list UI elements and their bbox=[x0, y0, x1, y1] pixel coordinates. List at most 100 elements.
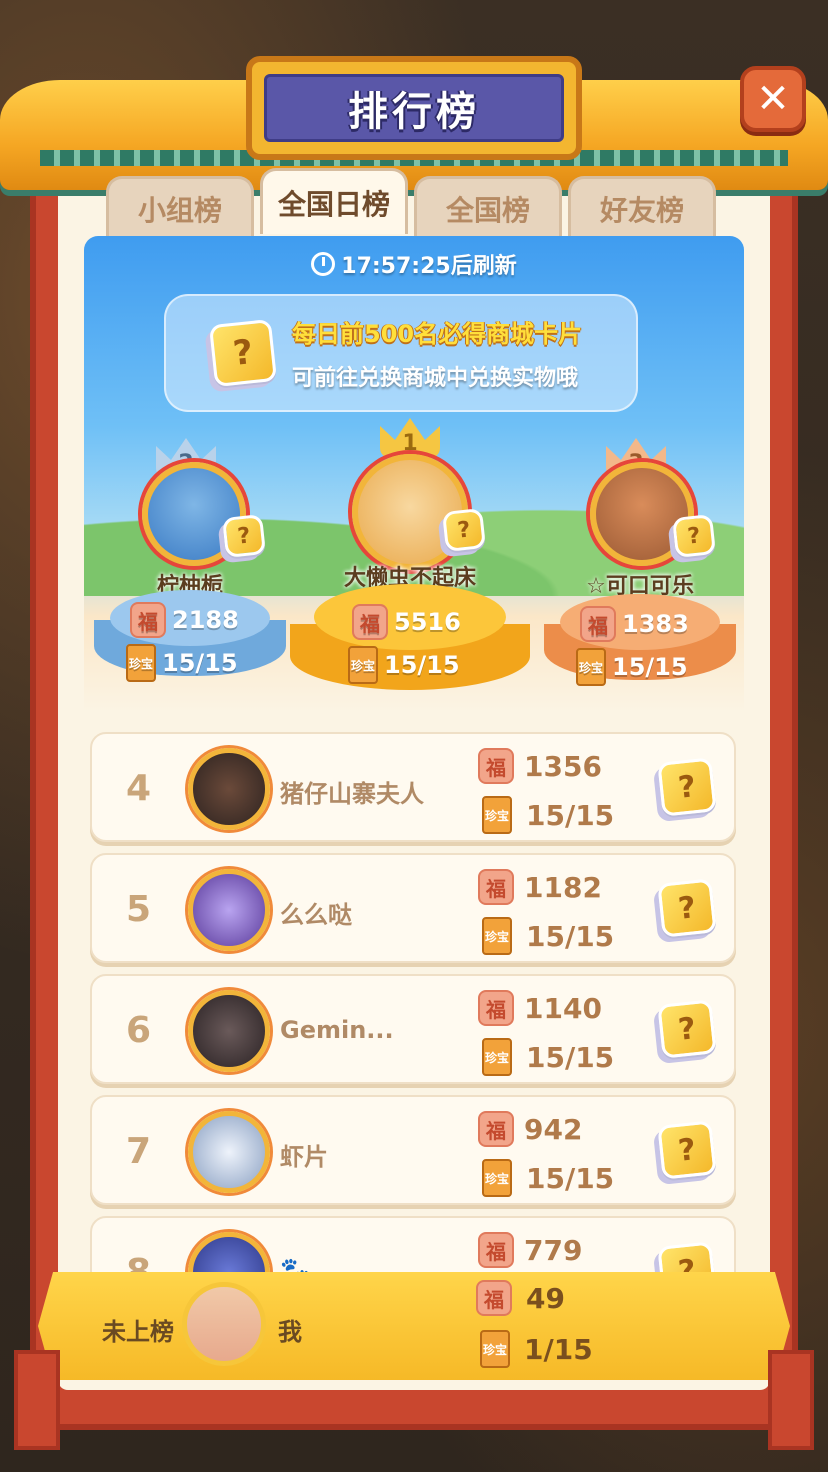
player-name: 虾片 bbox=[280, 1143, 328, 1171]
my-progress-stat: 珍宝 1/15 bbox=[480, 1330, 593, 1368]
book-icon: 珍宝 bbox=[482, 917, 512, 955]
book-icon: 珍宝 bbox=[348, 646, 378, 684]
my-rank-status: 未上榜 bbox=[102, 1318, 174, 1346]
rank-number: 4 bbox=[126, 768, 152, 809]
list-item[interactable]: 7 虾片 福 942 珍宝 15/15 ? bbox=[90, 1095, 736, 1205]
title-inner: 排行榜 bbox=[264, 74, 564, 142]
fu-icon: 福 bbox=[478, 1232, 514, 1268]
progress-value: 15/15 bbox=[526, 798, 615, 832]
podium-progress: 珍宝 15/15 bbox=[126, 644, 238, 682]
rank-number: 5 bbox=[126, 889, 152, 930]
book-icon: 珍宝 bbox=[482, 1159, 512, 1197]
mystery-card-icon[interactable]: ? bbox=[657, 878, 717, 938]
progress-value: 15/15 bbox=[384, 651, 460, 679]
progress-value: 15/15 bbox=[526, 1161, 615, 1195]
podium-score: 福 1383 bbox=[580, 606, 689, 642]
player-name: 猪仔山寨夫人 bbox=[280, 780, 424, 808]
progress-value: 1/15 bbox=[524, 1332, 593, 1366]
avatar bbox=[188, 869, 270, 951]
score-value: 779 bbox=[524, 1233, 583, 1267]
podium-rank-2[interactable]: 2 ? 柠柚栀 福 2188 珍宝 15/15 bbox=[90, 430, 290, 690]
book-icon: 珍宝 bbox=[126, 644, 156, 682]
fu-icon: 福 bbox=[478, 869, 514, 905]
fu-icon: 福 bbox=[478, 1111, 514, 1147]
list-item[interactable]: 5 么么哒 福 1182 珍宝 15/15 ? bbox=[90, 853, 736, 963]
card-badge-icon: ? bbox=[222, 514, 266, 558]
close-button[interactable]: ✕ bbox=[740, 66, 806, 132]
progress-value: 15/15 bbox=[526, 1040, 615, 1074]
tab-national[interactable]: 全国榜 bbox=[414, 176, 562, 238]
score-value: 2188 bbox=[172, 606, 239, 634]
reward-notice: ? 每日前500名必得商城卡片 可前往兑换商城中兑换实物哦 bbox=[164, 294, 638, 412]
score-stat: 福 1182 bbox=[478, 869, 602, 905]
score-stat: 福 779 bbox=[478, 1232, 582, 1268]
fu-icon: 福 bbox=[476, 1280, 512, 1316]
tab-national-daily[interactable]: 全国日榜 bbox=[260, 168, 408, 234]
tab-friends[interactable]: 好友榜 bbox=[568, 176, 716, 238]
progress-value: 15/15 bbox=[612, 653, 688, 681]
pillar-right bbox=[768, 1350, 814, 1450]
score-value: 49 bbox=[526, 1281, 565, 1315]
player-name: Gemin... bbox=[280, 1016, 394, 1044]
clock-icon bbox=[311, 252, 336, 276]
fu-icon: 福 bbox=[352, 604, 388, 640]
progress-value: 15/15 bbox=[526, 919, 615, 953]
my-rank-row[interactable]: 未上榜 我 福 49 珍宝 1/15 bbox=[38, 1272, 790, 1380]
score-value: 1182 bbox=[524, 870, 602, 904]
book-icon: 珍宝 bbox=[482, 1038, 512, 1076]
refresh-timer: 17:57:25后刷新 bbox=[84, 248, 744, 280]
book-icon: 珍宝 bbox=[482, 796, 512, 834]
book-icon: 珍宝 bbox=[576, 648, 606, 686]
fu-icon: 福 bbox=[478, 748, 514, 784]
podium-score: 福 2188 bbox=[130, 602, 239, 638]
score-value: 5516 bbox=[394, 608, 461, 636]
rank-number: 6 bbox=[126, 1010, 152, 1051]
list-item[interactable]: 4 猪仔山寨夫人 福 1356 珍宝 15/15 ? bbox=[90, 732, 736, 842]
podium-progress: 珍宝 15/15 bbox=[576, 648, 688, 686]
score-value: 1356 bbox=[524, 749, 602, 783]
page-title: 排行榜 bbox=[348, 89, 480, 135]
score-stat: 福 1140 bbox=[478, 990, 602, 1026]
score-stat: 福 942 bbox=[478, 1111, 582, 1147]
score-value: 1383 bbox=[622, 610, 689, 638]
close-icon: ✕ bbox=[756, 76, 790, 122]
list-item[interactable]: 6 Gemin... 福 1140 珍宝 15/15 ? bbox=[90, 974, 736, 1084]
card-badge-icon: ? bbox=[442, 508, 486, 552]
refresh-text: 17:57:25后刷新 bbox=[341, 254, 517, 279]
title-plaque: 排行榜 bbox=[246, 56, 582, 160]
fu-icon: 福 bbox=[130, 602, 166, 638]
my-avatar bbox=[182, 1282, 266, 1366]
score-stat: 福 1356 bbox=[478, 748, 602, 784]
mystery-card-icon[interactable]: ? bbox=[657, 999, 717, 1059]
avatar bbox=[188, 1111, 270, 1193]
mystery-card-icon[interactable]: ? bbox=[657, 757, 717, 817]
tab-bar: 小组榜 全国日榜 全国榜 好友榜 bbox=[106, 168, 716, 238]
notice-subline: 可前往兑换商城中兑换实物哦 bbox=[292, 366, 579, 391]
tab-group[interactable]: 小组榜 bbox=[106, 176, 254, 238]
progress-stat: 珍宝 15/15 bbox=[482, 1038, 614, 1076]
avatar bbox=[188, 990, 270, 1072]
my-name: 我 bbox=[278, 1318, 302, 1346]
mystery-card-icon: ? bbox=[208, 318, 278, 388]
crown-1-icon: 1 bbox=[380, 418, 440, 458]
fu-icon: 福 bbox=[478, 990, 514, 1026]
book-icon: 珍宝 bbox=[480, 1330, 510, 1368]
my-score-stat: 福 49 bbox=[476, 1280, 565, 1316]
progress-stat: 珍宝 15/15 bbox=[482, 796, 614, 834]
fu-icon: 福 bbox=[580, 606, 616, 642]
podium-score: 福 5516 bbox=[352, 604, 461, 640]
card-badge-icon: ? bbox=[672, 514, 716, 558]
podium-progress: 珍宝 15/15 bbox=[348, 646, 460, 684]
mystery-card-icon[interactable]: ? bbox=[657, 1120, 717, 1180]
rank-number: 7 bbox=[126, 1131, 152, 1172]
progress-stat: 珍宝 15/15 bbox=[482, 917, 614, 955]
notice-headline: 每日前500名必得商城卡片 bbox=[292, 320, 583, 348]
progress-value: 15/15 bbox=[162, 649, 238, 677]
score-value: 942 bbox=[524, 1112, 583, 1146]
pillar-left bbox=[14, 1350, 60, 1450]
avatar bbox=[188, 748, 270, 830]
player-name: 么么哒 bbox=[280, 901, 352, 929]
score-value: 1140 bbox=[524, 991, 602, 1025]
podium-rank-1[interactable]: 1 ? 大懒虫不起床 福 5516 珍宝 15/15 bbox=[290, 414, 530, 694]
podium-rank-3[interactable]: 3 ? ☆可口可乐 福 1383 珍宝 15/15 bbox=[540, 430, 740, 690]
